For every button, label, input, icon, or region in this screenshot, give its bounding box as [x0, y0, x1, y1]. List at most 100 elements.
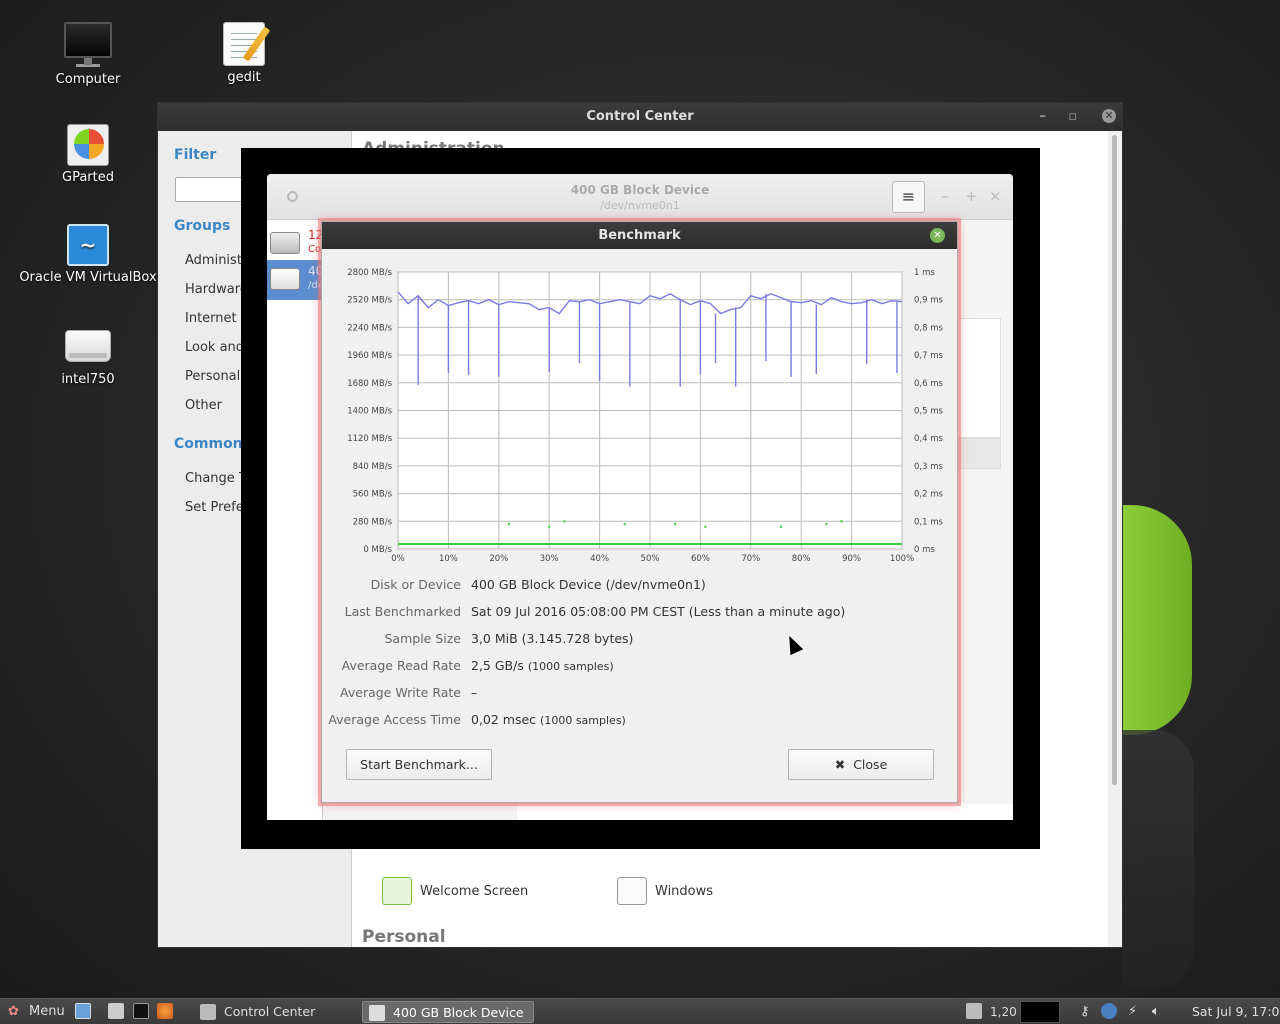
property-key: Average Read Rate: [341, 658, 461, 673]
property-row: Disk or Device 400 GB Block Device (/dev…: [322, 577, 959, 597]
maximize-icon[interactable]: ▫: [1068, 103, 1077, 131]
x-axis-tick-label: 60%: [691, 554, 710, 564]
desktop-icon-label: Oracle VM VirtualBox: [19, 270, 157, 285]
x-axis-tick-label: 20%: [489, 554, 508, 564]
desktop-icon-intel750[interactable]: intel750: [18, 330, 158, 387]
y-axis-left-tick-label: 560 MB/s: [353, 490, 393, 500]
desktop-icon-computer[interactable]: Computer: [18, 22, 158, 87]
property-key: Average Access Time: [328, 712, 461, 727]
y-axis-left-tick-label: 840 MB/s: [353, 462, 393, 472]
close-icon[interactable]: ✕: [1102, 109, 1116, 123]
property-value: 400 GB Block Device (/dev/nvme0n1): [471, 577, 706, 592]
minimize-icon[interactable]: –: [941, 187, 949, 205]
desktop-icon-gedit[interactable]: gedit: [174, 22, 314, 85]
x-axis-tick-label: 90%: [842, 554, 861, 564]
scrollbar[interactable]: [1108, 131, 1122, 947]
y-axis-left-tick-label: 2800 MB/s: [347, 268, 392, 278]
taskbar: ✿ Menu Control Center 400 GB Block Devic…: [0, 998, 1280, 1024]
y-axis-right-tick-label: 0,4 ms: [914, 434, 943, 444]
drive-icon: [270, 268, 300, 290]
applet-label: Welcome Screen: [420, 883, 529, 899]
terminal-icon[interactable]: [133, 1003, 149, 1019]
clock[interactable]: Sat Jul 9, 17:08: [1192, 999, 1280, 1024]
network-icon[interactable]: ⚡: [1128, 999, 1137, 1024]
mint-icon: [382, 877, 412, 905]
access-time-point: [563, 520, 566, 523]
control-center-titlebar[interactable]: Control Center – ▫ ✕: [158, 103, 1122, 131]
scrollbar-thumb[interactable]: [1112, 135, 1117, 785]
maximize-icon[interactable]: +: [965, 187, 978, 205]
disk-list-item-selected[interactable]: 40 /de: [267, 260, 324, 300]
x-axis-tick-label: 80%: [792, 554, 811, 564]
y-axis-right-tick-label: 0,6 ms: [914, 379, 943, 389]
hamburger-menu-button[interactable]: ≡: [892, 181, 925, 213]
groups-heading: Groups: [174, 218, 231, 234]
menu-button[interactable]: ✿ Menu: [8, 999, 65, 1024]
property-key: Disk or Device: [370, 577, 461, 592]
file-manager-icon[interactable]: [108, 1003, 124, 1019]
minimize-icon[interactable]: –: [1040, 103, 1047, 131]
firefox-icon[interactable]: [157, 1003, 173, 1019]
property-row: Last Benchmarked Sat 09 Jul 2016 05:08:0…: [322, 604, 959, 624]
taskbar-task-disks[interactable]: 400 GB Block Device: [362, 1001, 534, 1023]
volume-icon[interactable]: 🔈︎: [1152, 999, 1160, 1024]
access-time-point: [704, 525, 707, 529]
property-key: Last Benchmarked: [344, 604, 461, 619]
property-key: Average Write Rate: [340, 685, 461, 700]
gparted-icon: [67, 124, 109, 166]
disk-list-item[interactable]: 12 Co: [267, 224, 323, 264]
y-axis-left-tick-label: 1680 MB/s: [347, 379, 392, 389]
property-value: 3,0 MiB (3.145.728 bytes): [471, 631, 634, 646]
access-time-point: [547, 525, 551, 529]
y-axis-left-tick-label: 1960 MB/s: [347, 351, 392, 361]
access-time-point: [623, 522, 627, 526]
y-axis-left-tick-label: 1400 MB/s: [347, 407, 392, 417]
filter-heading: Filter: [174, 147, 217, 163]
y-axis-right-tick-label: 0,5 ms: [914, 407, 943, 417]
close-icon[interactable]: ✕: [930, 228, 945, 243]
keyring-icon[interactable]: ⚷: [1080, 999, 1090, 1024]
mint-menu-icon: ✿: [8, 1004, 19, 1019]
update-manager-icon[interactable]: [1101, 1003, 1117, 1019]
window-title: Control Center: [586, 109, 694, 124]
close-icon[interactable]: ×: [989, 187, 1002, 205]
cpu-freq-icon[interactable]: [966, 1003, 982, 1019]
y-axis-left-tick-label: 280 MB/s: [353, 517, 393, 527]
benchmark-titlebar[interactable]: Benchmark ✕: [322, 222, 957, 249]
x-axis-tick-label: 0%: [391, 554, 405, 564]
desktop-icon-virtualbox[interactable]: ~ Oracle VM VirtualBox: [18, 224, 158, 285]
access-time-point: [507, 522, 511, 526]
start-benchmark-button[interactable]: Start Benchmark...: [346, 749, 492, 780]
x-axis-tick-label: 10%: [439, 554, 458, 564]
applet-windows[interactable]: Windows: [617, 877, 713, 905]
close-button-label: Close: [853, 757, 888, 772]
show-desktop-icon[interactable]: [75, 1003, 91, 1019]
property-row: Average Read Rate 2,5 GB/s (1000 samples…: [322, 658, 959, 678]
access-time-point: [673, 522, 677, 526]
x-axis-tick-label: 100%: [890, 554, 914, 564]
desktop-icon-label: gedit: [227, 70, 261, 85]
disk-list: 12 Co 40 /de: [267, 220, 324, 820]
access-time-point: [825, 522, 828, 526]
task-label: Control Center: [224, 1004, 316, 1019]
y-axis-right-tick-label: 0,8 ms: [914, 323, 943, 333]
applet-welcome-screen[interactable]: Welcome Screen: [382, 877, 528, 905]
virtualbox-icon: ~: [67, 224, 109, 266]
benchmark-chart: 0 MB/s 280 MB/s 560 MB/s 840 MB/s 1120 MB/s 1…: [347, 268, 943, 564]
y-axis-right-tick-label: 0,1 ms: [914, 517, 943, 527]
disks-headerbar[interactable]: 400 GB Block Device /dev/nvme0n1 ≡ – + ×: [267, 174, 1013, 220]
common-heading: Common: [174, 436, 243, 452]
y-axis-left-tick-label: 2240 MB/s: [347, 323, 392, 333]
close-button[interactable]: ✖ Close: [788, 749, 934, 780]
taskbar-task-control-center[interactable]: Control Center: [194, 1001, 356, 1023]
y-axis-right-tick-label: 1 ms: [914, 268, 935, 278]
text-editor-icon: [223, 22, 271, 66]
mint-logo-reflection: [1122, 730, 1194, 990]
monitor-icon: [64, 22, 112, 67]
property-row: Sample Size 3,0 MiB (3.145.728 bytes): [322, 631, 959, 651]
property-extra: (1000 samples): [527, 660, 614, 673]
cpu-frequency: 1,20: [990, 1005, 1017, 1019]
desktop-icon-label: Computer: [55, 72, 121, 87]
desktop-icon-gparted[interactable]: GParted: [18, 124, 158, 185]
system-monitor-graph[interactable]: [1020, 1001, 1060, 1023]
